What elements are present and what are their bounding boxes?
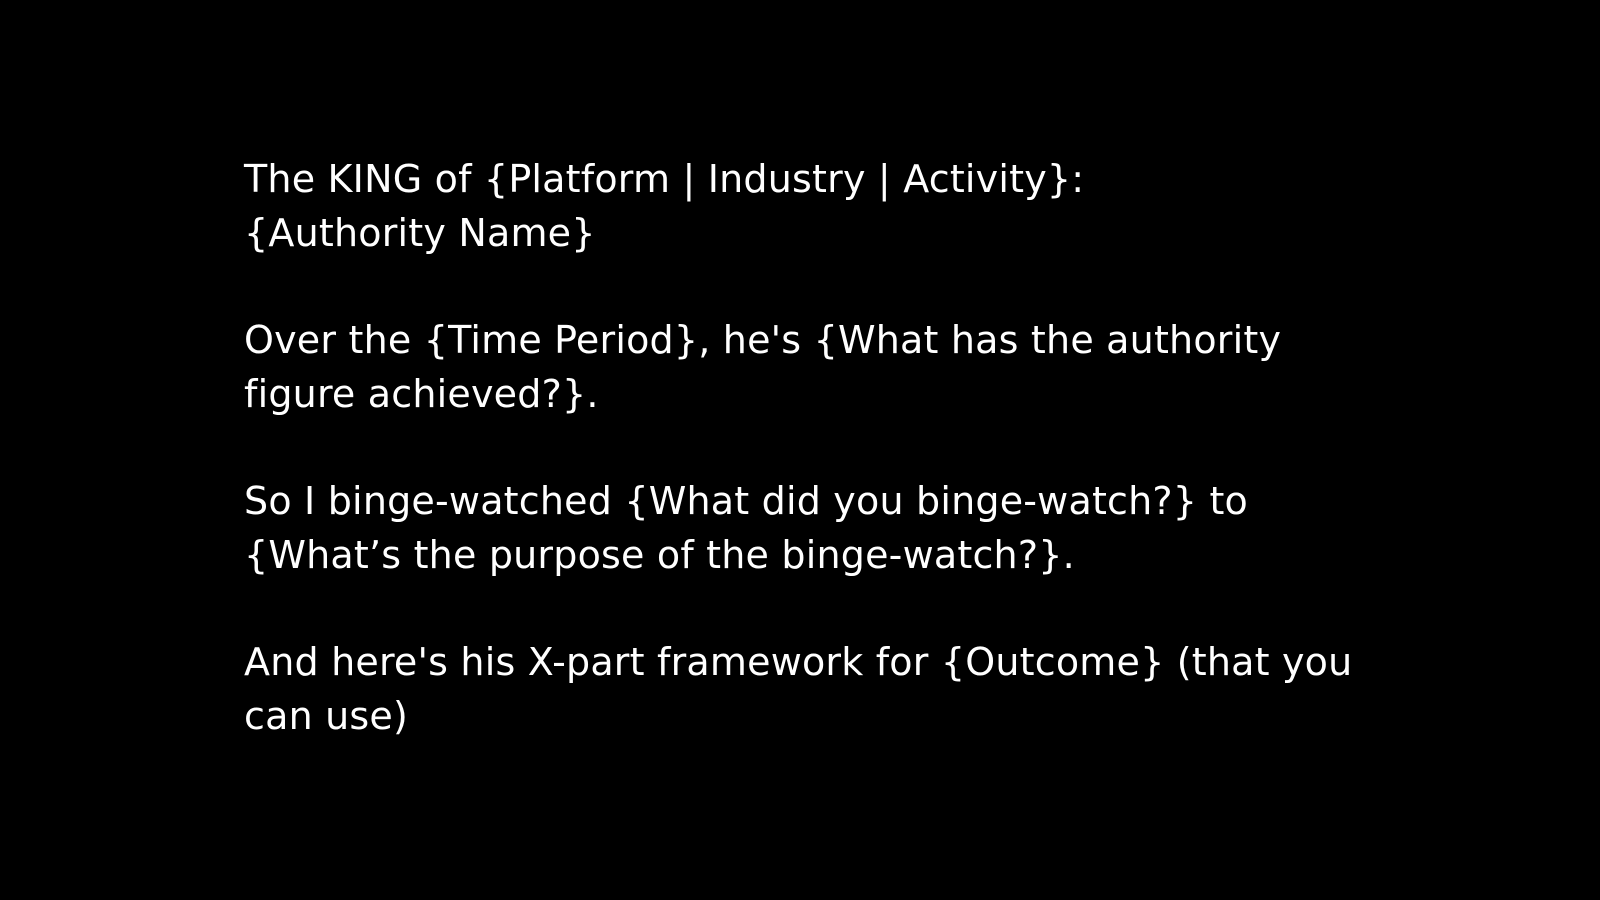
- headline-paragraph: The KING of {Platform | Industry | Activ…: [244, 152, 1374, 260]
- framework-line-1: And here's his X-part framework for {Out…: [244, 640, 1353, 684]
- framework-line-2: can use): [244, 694, 409, 738]
- achievement-line-2: figure achieved?}.: [244, 372, 599, 416]
- binge-watch-line-2: {What’s the purpose of the binge-watch?}…: [244, 533, 1075, 577]
- headline-line-1: The KING of {Platform | Industry | Activ…: [244, 157, 1085, 201]
- achievement-paragraph: Over the {Time Period}, he's {What has t…: [244, 313, 1374, 421]
- binge-watch-paragraph: So I binge-watched {What did you binge-w…: [244, 474, 1374, 582]
- template-slide: The KING of {Platform | Industry | Activ…: [0, 0, 1600, 900]
- framework-paragraph: And here's his X-part framework for {Out…: [244, 635, 1374, 743]
- binge-watch-line-1: So I binge-watched {What did you binge-w…: [244, 479, 1248, 523]
- template-text-block: The KING of {Platform | Industry | Activ…: [244, 152, 1374, 796]
- achievement-line-1: Over the {Time Period}, he's {What has t…: [244, 318, 1282, 362]
- headline-line-2: {Authority Name}: [244, 211, 596, 255]
